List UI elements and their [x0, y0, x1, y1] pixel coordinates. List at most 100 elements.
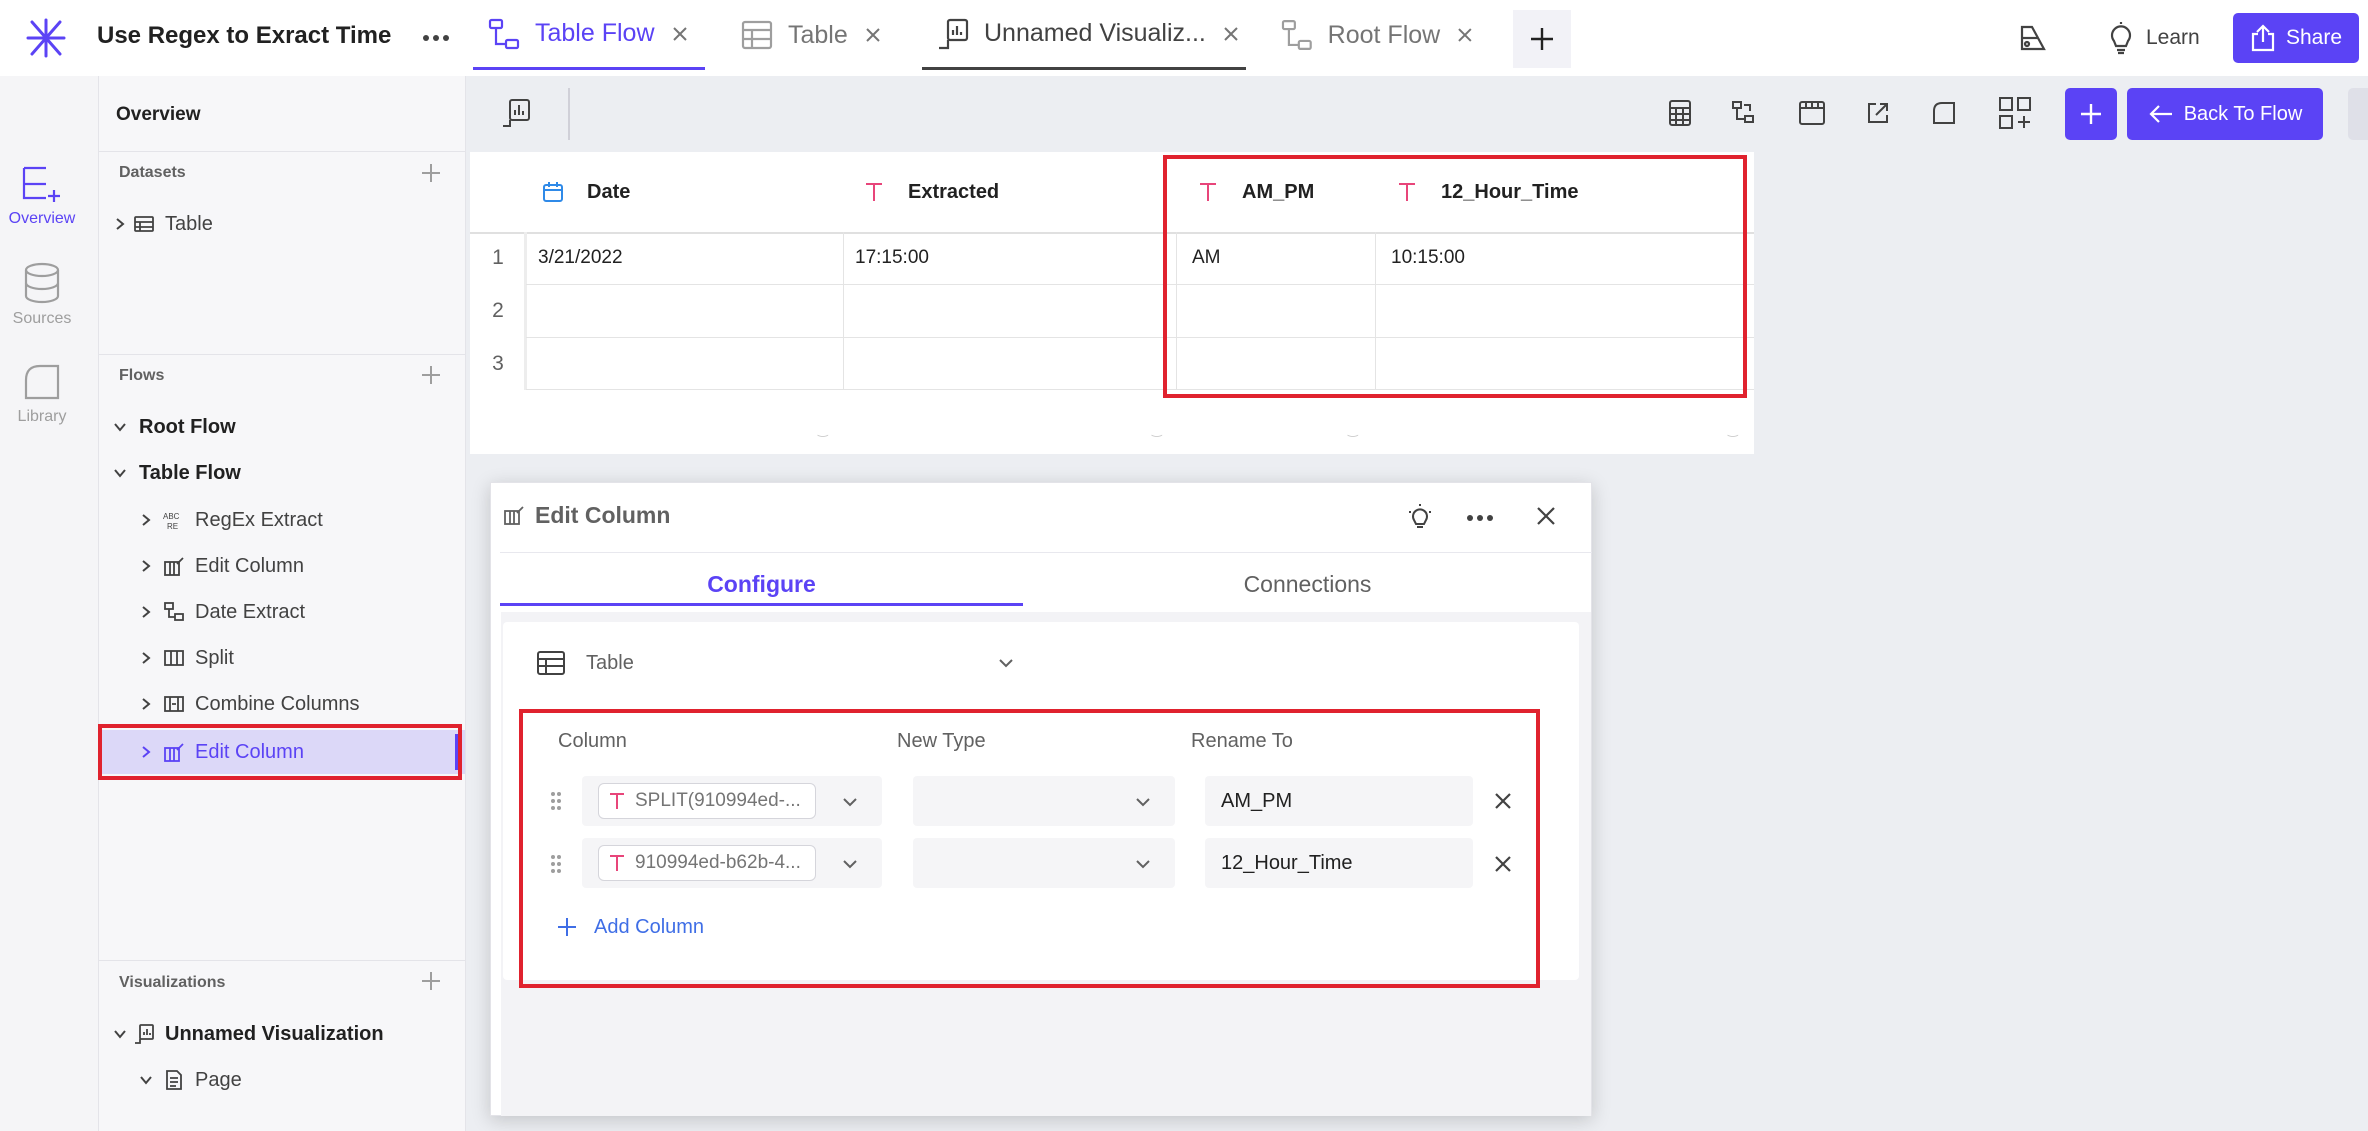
tree-item-split[interactable]: Split: [99, 636, 465, 680]
highlight-box: [519, 709, 1540, 988]
svg-text:ABC: ABC: [163, 512, 180, 521]
flow-branch-icon[interactable]: [1727, 96, 1761, 130]
divider: [99, 354, 465, 355]
column-divider: [843, 232, 844, 390]
tab-configure[interactable]: Configure: [500, 562, 1023, 606]
shape-icon[interactable]: [1927, 96, 1961, 130]
export-icon[interactable]: [1861, 96, 1895, 130]
chevron-down-icon[interactable]: [111, 418, 129, 436]
share-button[interactable]: Share: [2233, 13, 2359, 63]
visualization-button[interactable]: [497, 94, 535, 132]
add-flow-plus-icon[interactable]: [418, 362, 444, 388]
tree-item-date-extract[interactable]: Date Extract: [99, 590, 465, 634]
tree-item-dataset-table[interactable]: Table: [99, 202, 465, 246]
table-icon: [741, 20, 773, 50]
more-options-icon[interactable]: [1466, 508, 1494, 528]
rail-label: Library: [17, 408, 67, 425]
divider: [500, 552, 1592, 553]
table-cell[interactable]: [845, 285, 1165, 337]
divider: [99, 960, 465, 961]
tab-label: Table: [788, 20, 848, 49]
chevron-down-icon[interactable]: [111, 1025, 129, 1043]
table-icon: [134, 216, 154, 232]
add-tab-button[interactable]: [1513, 10, 1571, 68]
table-select-value: Table: [586, 651, 634, 674]
tree-item-combine-columns[interactable]: Combine Columns: [99, 682, 465, 726]
close-icon[interactable]: [669, 23, 691, 45]
tab-unnamed-visualization[interactable]: Unnamed Visualiz...: [922, 0, 1246, 70]
chevron-right-icon[interactable]: [137, 603, 155, 621]
column-header-label: Extracted: [908, 180, 1000, 203]
row-number: 2: [492, 299, 504, 322]
table-cell[interactable]: [845, 338, 1165, 390]
tab-connections[interactable]: Connections: [1023, 562, 1592, 606]
column-header-label: Date: [587, 180, 631, 203]
chevron-right-icon[interactable]: [137, 695, 155, 713]
table-cell[interactable]: [528, 285, 844, 337]
table-icon: [537, 651, 565, 675]
toolbar-separator: [568, 88, 570, 140]
add-visualization-plus-icon[interactable]: [418, 968, 444, 994]
tree-item-table-flow[interactable]: Table Flow: [99, 451, 465, 495]
tree-item-regex-extract[interactable]: ABC RE RegEx Extract: [99, 498, 465, 542]
calculator-icon[interactable]: [1663, 96, 1697, 130]
chevron-right-icon[interactable]: [137, 557, 155, 575]
date-extract-icon: [164, 602, 184, 621]
tab-table[interactable]: Table: [726, 0, 892, 70]
table-select[interactable]: Table: [536, 648, 1016, 678]
plus-icon: [1531, 28, 1553, 50]
dialog-title: Edit Column: [535, 502, 671, 528]
tab-table-flow[interactable]: Table Flow: [473, 0, 705, 70]
column-header-date[interactable]: Date: [541, 152, 630, 232]
add-dataset-plus-icon[interactable]: [418, 160, 444, 186]
rail-item-library[interactable]: Library: [0, 362, 84, 426]
flow-icon: [1281, 20, 1312, 50]
panel-toggle-button[interactable]: [2348, 88, 2368, 140]
add-button[interactable]: [2065, 88, 2117, 140]
lightbulb-icon[interactable]: [1406, 503, 1434, 531]
share-icon: [2251, 24, 2275, 52]
table-cell[interactable]: [528, 338, 844, 390]
tab-root-flow[interactable]: Root Flow: [1266, 0, 1476, 70]
chevron-right-icon[interactable]: [111, 215, 129, 233]
rail-label: Overview: [8, 210, 76, 227]
edit-column-icon: [504, 506, 524, 525]
chart-icon: [135, 1024, 154, 1044]
chevron-down-icon[interactable]: [111, 464, 129, 482]
palette-icon: [2020, 25, 2046, 51]
chevron-down-icon[interactable]: [137, 1071, 155, 1089]
back-to-flow-button[interactable]: Back To Flow: [2127, 88, 2323, 140]
chevron-right-icon[interactable]: [137, 649, 155, 667]
tree-label: Table: [165, 212, 213, 235]
library-icon: [24, 364, 60, 400]
svg-text:RE: RE: [167, 522, 178, 531]
sidebar-overview-title: Overview: [116, 104, 201, 125]
column-header-extracted[interactable]: Extracted: [862, 152, 999, 232]
tree-item-unnamed-visualization[interactable]: Unnamed Visualization: [99, 1012, 465, 1056]
table-cell[interactable]: 17:15:00: [845, 232, 1165, 284]
close-icon[interactable]: [862, 24, 884, 46]
window-icon[interactable]: [1795, 96, 1829, 130]
learn-button[interactable]: Learn: [2106, 18, 2200, 58]
rail-label: Sources: [12, 310, 72, 327]
tree-item-page[interactable]: Page: [99, 1058, 465, 1102]
theme-button[interactable]: [2013, 18, 2053, 58]
rail-item-sources[interactable]: Sources: [0, 262, 84, 328]
more-options-icon[interactable]: [418, 20, 454, 56]
lightbulb-icon: [2110, 22, 2132, 55]
tab-label: Table Flow: [535, 19, 655, 47]
tree-item-root-flow[interactable]: Root Flow: [99, 405, 465, 449]
rail-item-overview[interactable]: Overview: [0, 164, 84, 228]
close-icon[interactable]: [1533, 503, 1559, 529]
share-label: Share: [2285, 26, 2343, 49]
add-widget-icon[interactable]: [1995, 96, 2035, 130]
table-cell[interactable]: 3/21/2022: [528, 232, 844, 284]
app-logo-icon[interactable]: [24, 16, 68, 60]
tree-item-edit-column[interactable]: Edit Column: [99, 544, 465, 588]
chevron-right-icon[interactable]: [137, 511, 155, 529]
grid-footer: [470, 390, 1754, 454]
close-icon[interactable]: [1454, 24, 1476, 46]
arrow-left-icon: [2149, 105, 2172, 123]
close-icon[interactable]: [1220, 23, 1242, 45]
row-number: 3: [492, 352, 504, 375]
